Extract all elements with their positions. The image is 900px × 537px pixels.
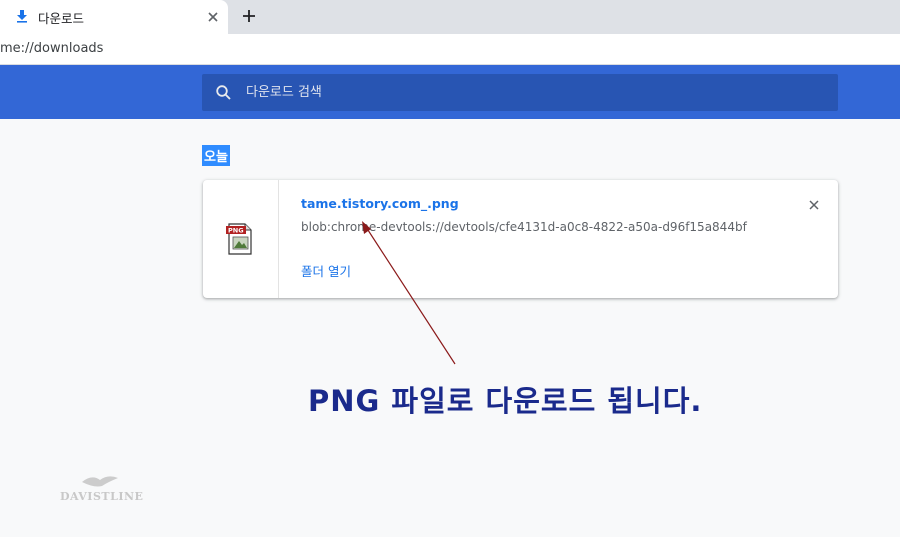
download-card: PNG tame.tistory.com_.png blob:chrome-de…	[203, 180, 838, 298]
open-folder-link[interactable]: 폴더 열기	[301, 261, 351, 280]
close-icon[interactable]	[805, 196, 823, 214]
file-name-link[interactable]: tame.tistory.com_.png	[301, 196, 459, 211]
source-url[interactable]: blob:chrome-devtools://devtools/cfe4131d…	[301, 220, 747, 234]
address-bar[interactable]: me://downloads	[0, 34, 900, 65]
search-icon	[216, 85, 231, 100]
download-icon	[17, 10, 27, 23]
tab-strip: 다운로드	[0, 0, 900, 34]
date-heading: 오늘	[202, 145, 230, 166]
downloads-header	[0, 65, 900, 119]
tab-title: 다운로드	[38, 11, 85, 26]
search-input[interactable]	[246, 74, 826, 111]
png-file-icon: PNG	[226, 223, 252, 255]
plus-icon[interactable]	[240, 7, 258, 25]
url-text[interactable]: me://downloads	[0, 41, 103, 56]
bird-logo-icon	[82, 476, 118, 487]
close-icon[interactable]	[205, 9, 221, 25]
file-type-label: PNG	[228, 227, 244, 235]
tab-downloads[interactable]: 다운로드	[0, 0, 228, 34]
file-icon-area: PNG	[203, 180, 279, 298]
search-box[interactable]	[202, 74, 838, 111]
annotation-text: PNG 파일로 다운로드 됩니다.	[308, 384, 703, 418]
watermark-text: DAVISTLINE	[60, 490, 144, 503]
